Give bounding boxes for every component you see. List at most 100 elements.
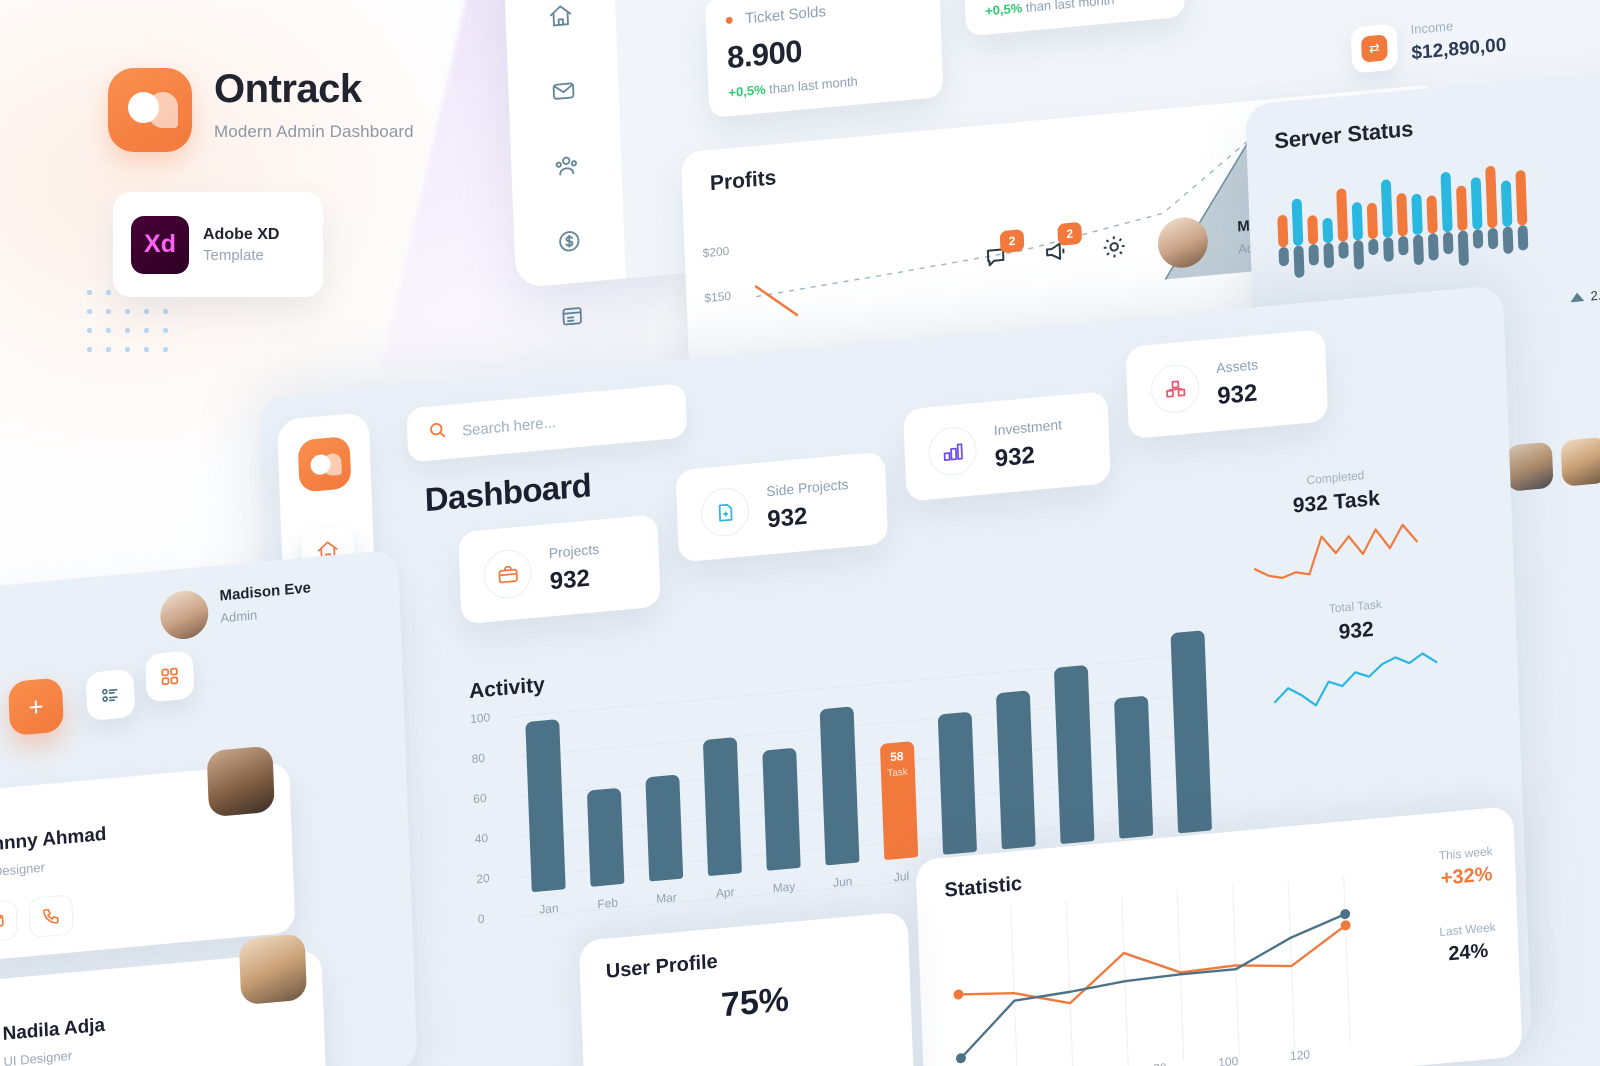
server-bar-column xyxy=(1455,155,1471,306)
announcement-icon[interactable]: 2 xyxy=(1042,221,1083,272)
header-user-role: Admin xyxy=(220,607,258,626)
bar[interactable] xyxy=(761,747,801,871)
server-bar-column xyxy=(1440,157,1456,308)
stat-card-investment[interactable]: Investment 932 xyxy=(903,391,1111,502)
data-point[interactable] xyxy=(1340,909,1351,920)
xtick-label: Mar xyxy=(655,890,678,906)
bar-column[interactable]: May xyxy=(759,747,803,896)
server-bar-up xyxy=(1456,185,1468,232)
bar-column[interactable]: 58 Task Jul xyxy=(877,741,921,886)
bar[interactable] xyxy=(1113,695,1153,839)
stat-card-projects[interactable]: Projects 932 xyxy=(458,514,661,625)
stat-value: 932 xyxy=(766,502,808,533)
bar[interactable]: 58 Task xyxy=(879,741,918,861)
server-bar-up xyxy=(1366,202,1379,240)
bar-tooltip-label: Task xyxy=(887,766,908,780)
stat-label: Assets xyxy=(1215,355,1259,376)
add-button[interactable]: + xyxy=(8,677,64,737)
side-stat-total-task: Total Task 932 xyxy=(1265,591,1449,724)
adobe-xd-subtitle: Template xyxy=(203,246,264,264)
bar-column[interactable]: Mar xyxy=(642,774,686,907)
mail-icon[interactable] xyxy=(0,899,18,944)
server-bar-column xyxy=(1515,150,1531,301)
grid-view-button[interactable] xyxy=(144,650,195,703)
activity-chart-title: Activity xyxy=(468,673,546,704)
avatar[interactable] xyxy=(1560,436,1600,487)
bar[interactable] xyxy=(995,690,1036,850)
avatar[interactable] xyxy=(1157,215,1209,270)
search-bar[interactable]: Search here... xyxy=(406,383,688,463)
side-stat-completed: Completed 932 Task xyxy=(1245,463,1429,596)
adobe-xd-icon: Xd xyxy=(131,215,189,274)
bar[interactable] xyxy=(644,774,683,882)
avatar[interactable] xyxy=(159,588,210,642)
bar[interactable] xyxy=(702,737,742,877)
this-week-value: +32% xyxy=(1440,863,1493,890)
stat-label: Investment xyxy=(993,415,1063,438)
ontrack-logo-icon[interactable] xyxy=(297,435,352,493)
income-value: $12,890,00 xyxy=(1411,34,1507,65)
phone-icon[interactable] xyxy=(28,894,74,939)
completed-sparkline xyxy=(1253,523,1418,579)
home-icon[interactable] xyxy=(547,2,574,35)
bar-tooltip-value: 58 xyxy=(889,748,904,765)
main-dashboard-screen: Search here... Dashboard Projects 932 Si… xyxy=(258,284,1533,1066)
server-bar-down xyxy=(1308,243,1320,266)
archive-icon[interactable] xyxy=(559,302,586,335)
ytick-label: 0 xyxy=(477,911,485,927)
server-bar-down xyxy=(1457,230,1470,266)
messages-icon[interactable]: 2 xyxy=(984,228,1025,278)
bar[interactable] xyxy=(524,719,566,893)
bar[interactable] xyxy=(586,787,624,887)
bar-column[interactable]: Apr xyxy=(700,737,745,902)
server-bar-up xyxy=(1500,180,1513,228)
status-dot-icon xyxy=(725,16,733,25)
server-bar-down xyxy=(1338,241,1349,260)
last-week-block: Last Week 24% xyxy=(1439,920,1497,967)
server-bar-down xyxy=(1427,233,1439,262)
bar[interactable] xyxy=(1053,664,1095,845)
data-point[interactable] xyxy=(953,989,964,1000)
bar-column[interactable]: Jun xyxy=(817,706,863,891)
server-bar-column xyxy=(1500,151,1516,302)
bar-column[interactable]: Jan xyxy=(522,719,568,918)
messages-badge: 2 xyxy=(999,228,1025,253)
bar[interactable] xyxy=(819,706,859,866)
bar-column[interactable]: Dec xyxy=(1167,630,1214,859)
server-bar-down xyxy=(1517,224,1529,251)
server-bar-up xyxy=(1351,201,1364,241)
bar-column[interactable]: Sep xyxy=(993,690,1039,875)
stat-label: Projects xyxy=(548,540,600,561)
avatar[interactable] xyxy=(1505,441,1554,492)
stat-card-side-projects[interactable]: Side Projects 932 xyxy=(675,451,889,563)
server-status-title: Server Status xyxy=(1273,115,1414,154)
server-bar-up xyxy=(1470,176,1483,230)
person-card-johnny[interactable]: Johnny Ahmad UX Designer xyxy=(0,745,296,964)
statistic-title: Statistic xyxy=(944,872,1023,902)
mail-icon[interactable] xyxy=(550,77,577,110)
stat-card-assets[interactable]: Assets 932 xyxy=(1125,329,1329,440)
list-view-button[interactable] xyxy=(85,668,136,722)
person-role: UX Designer xyxy=(0,859,46,882)
bar[interactable] xyxy=(1169,630,1212,834)
server-bar-down xyxy=(1383,237,1394,262)
server-bar-column xyxy=(1320,168,1336,319)
gear-icon[interactable] xyxy=(1100,231,1129,267)
bar[interactable] xyxy=(937,711,977,855)
brand-lockup: Ontrack Modern Admin Dashboard xyxy=(108,68,414,152)
server-bar-column xyxy=(1485,153,1501,304)
server-bar-up xyxy=(1411,193,1423,236)
search-input[interactable]: Search here... xyxy=(462,414,556,440)
stat-value: 932 xyxy=(1216,378,1258,410)
server-bar-column xyxy=(1410,159,1426,310)
users-icon[interactable] xyxy=(553,152,580,185)
xtick-label: Jul xyxy=(893,868,910,885)
stat-delta: +0,5% than last month xyxy=(984,0,1115,19)
server-bar-up xyxy=(1307,215,1319,245)
bar-column[interactable]: Oct xyxy=(1051,664,1098,870)
dollar-icon[interactable] xyxy=(556,227,583,260)
gridline xyxy=(1010,905,1018,1066)
mockup-stage: Ontrack Modern Admin Dashboard Xd Adobe … xyxy=(0,0,1600,1066)
bar-column[interactable]: Feb xyxy=(584,787,627,913)
server-bar-up xyxy=(1336,187,1349,243)
